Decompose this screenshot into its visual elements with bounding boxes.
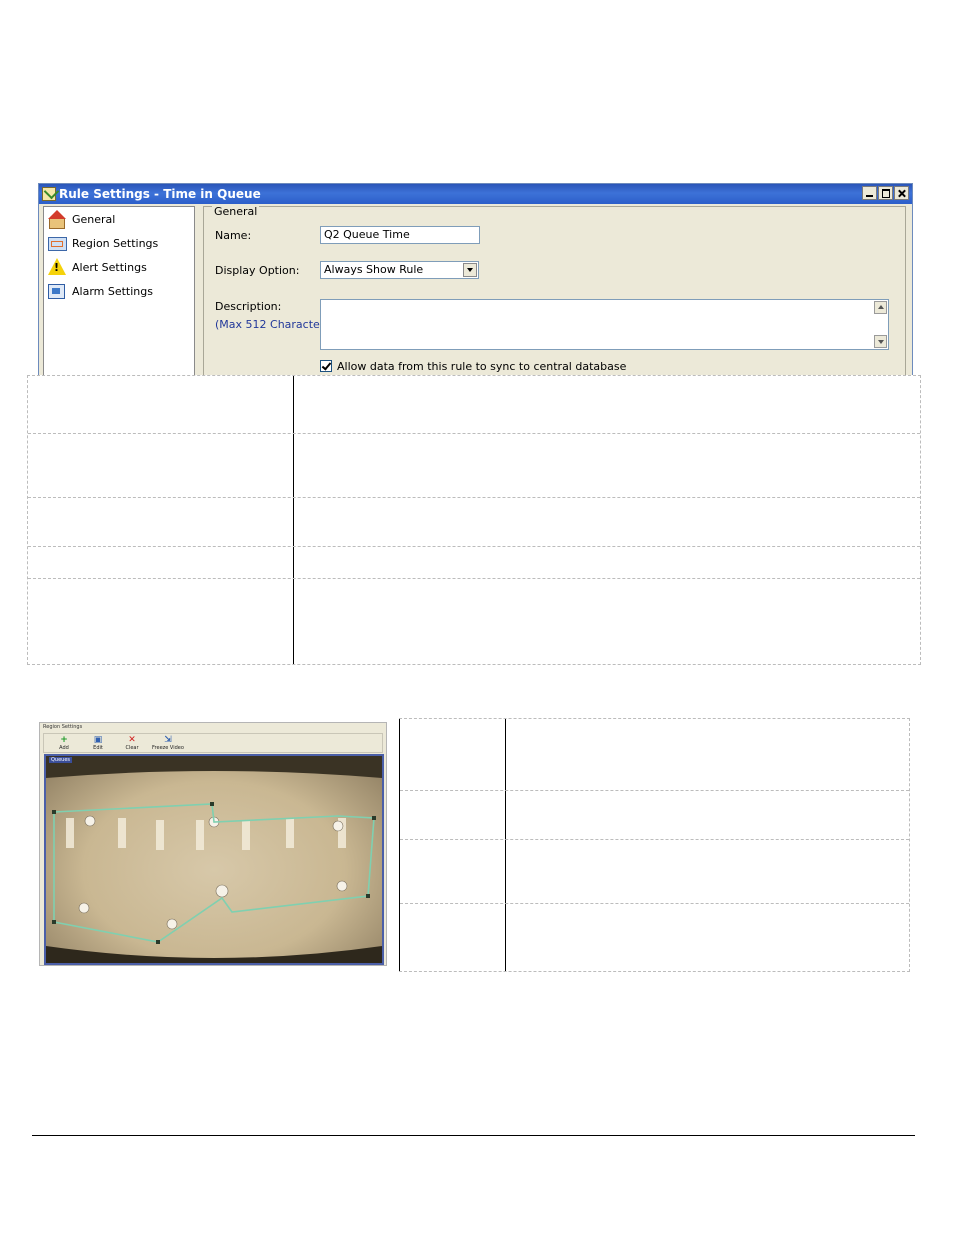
sync-checkbox[interactable] — [320, 360, 332, 372]
region-settings-screenshot: Region Settings + Add ▣ Edit ✕ Clear ⇲ F… — [39, 722, 387, 966]
scroll-up-arrow-icon[interactable] — [874, 301, 887, 314]
stanchion — [78, 902, 90, 914]
nav-item-alert-settings[interactable]: Alert Settings — [44, 255, 194, 279]
name-input[interactable]: Q2 Queue Time — [320, 226, 480, 244]
tool-label: Freeze Video — [152, 745, 184, 751]
vertex-handle[interactable] — [156, 940, 160, 944]
home-icon — [47, 210, 67, 229]
region-toolbar: + Add ▣ Edit ✕ Clear ⇲ Freeze Video — [43, 733, 383, 753]
vertex-handle[interactable] — [372, 816, 376, 820]
freeze-video-tool-button[interactable]: ⇲ Freeze Video — [148, 735, 188, 751]
add-tool-button[interactable]: + Add — [50, 735, 78, 751]
region-icon — [47, 234, 67, 252]
edit-tool-button[interactable]: ▣ Edit — [84, 735, 112, 751]
stanchion — [332, 820, 344, 832]
window-title: Rule Settings - Time in Queue — [59, 187, 261, 201]
sync-checkbox-label: Allow data from this rule to sync to cen… — [337, 360, 627, 373]
alert-warning-icon — [47, 258, 67, 276]
title-bar[interactable]: Rule Settings - Time in Queue — [39, 184, 912, 204]
footer-divider — [32, 1135, 915, 1136]
description-label: Description: — [215, 300, 282, 313]
description-textarea[interactable] — [320, 299, 889, 350]
nav-item-alarm-settings[interactable]: Alarm Settings — [44, 279, 194, 303]
tool-label: Add — [59, 745, 69, 751]
plus-icon: + — [60, 735, 68, 745]
queue-region-overlay — [46, 756, 382, 963]
vertex-handle[interactable] — [366, 894, 370, 898]
reflection — [286, 818, 294, 848]
chevron-down-icon[interactable] — [463, 263, 477, 277]
general-group-label: General — [212, 205, 260, 218]
vertex-handle[interactable] — [52, 920, 56, 924]
nav-item-label: Region Settings — [72, 236, 159, 250]
freeze-icon: ⇲ — [164, 735, 172, 745]
settings-nav-list: General Region Settings Alert Settings A… — [43, 206, 195, 376]
nav-item-label: Alarm Settings — [72, 284, 153, 298]
table-divider — [293, 376, 294, 664]
reflection — [66, 818, 74, 848]
stanchion — [215, 884, 229, 898]
clear-tool-button[interactable]: ✕ Clear — [118, 735, 146, 751]
rule-settings-window: Rule Settings - Time in Queue General Re… — [38, 183, 913, 377]
close-button[interactable] — [894, 186, 909, 200]
table-divider — [505, 719, 506, 971]
reflection — [196, 820, 204, 850]
table-row — [28, 578, 920, 579]
stanchion — [84, 815, 96, 827]
maximize-button[interactable] — [878, 186, 893, 200]
table-row — [28, 546, 920, 547]
reflection — [242, 820, 250, 850]
nav-item-label: Alert Settings — [72, 260, 147, 274]
reflection — [118, 818, 126, 848]
general-group: General Name: Q2 Queue Time Display Opti… — [203, 205, 906, 376]
display-option-label: Display Option: — [215, 264, 300, 277]
alarm-monitor-icon — [47, 282, 67, 300]
region-settings-title: Region Settings — [43, 724, 83, 730]
floor-edge — [46, 946, 382, 963]
region-tools-table — [399, 718, 910, 972]
display-option-select[interactable]: Always Show Rule — [320, 261, 479, 279]
table-row — [28, 433, 920, 434]
camera-video-frame[interactable]: Queues — [44, 754, 384, 965]
rule-settings-app-icon — [42, 187, 56, 201]
nav-item-region-settings[interactable]: Region Settings — [44, 231, 194, 255]
edit-icon: ▣ — [93, 735, 103, 745]
reflection — [156, 820, 164, 850]
video-label: Queues — [49, 757, 73, 763]
table-row — [400, 903, 909, 904]
table-left-border — [399, 719, 400, 971]
display-option-value: Always Show Rule — [324, 263, 424, 276]
name-label: Name: — [215, 229, 252, 242]
stanchion — [166, 918, 178, 930]
table-row — [28, 497, 920, 498]
nav-item-label: General — [72, 212, 116, 226]
scroll-down-arrow-icon[interactable] — [874, 335, 887, 348]
floor-reflections — [66, 818, 346, 850]
tool-label: Edit — [93, 745, 103, 751]
minimize-button[interactable] — [862, 186, 877, 200]
clear-x-icon: ✕ — [128, 735, 136, 745]
table-row — [400, 790, 909, 791]
table-row — [400, 839, 909, 840]
vertex-handle[interactable] — [210, 802, 214, 806]
tool-label: Clear — [125, 745, 139, 751]
nav-item-general[interactable]: General — [44, 207, 194, 231]
ceiling-edge — [46, 756, 382, 778]
description-hint: (Max 512 Characters) — [215, 318, 335, 331]
vertex-handle[interactable] — [52, 810, 56, 814]
parameter-table — [27, 375, 921, 665]
stanchion — [336, 880, 348, 892]
